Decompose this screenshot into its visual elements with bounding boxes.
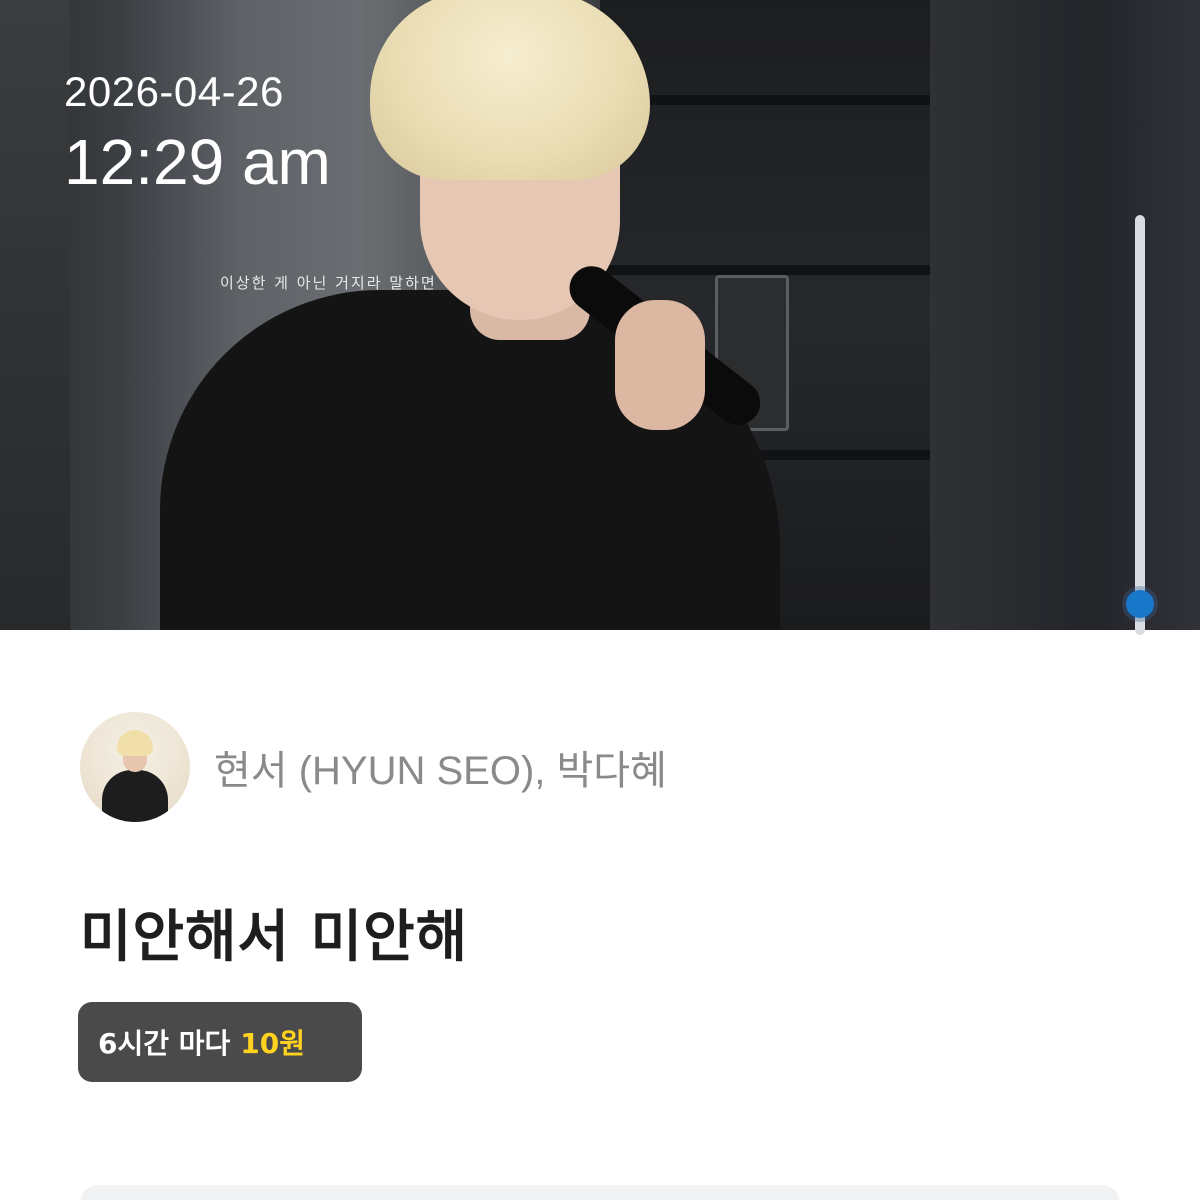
avatar-hair (117, 730, 153, 756)
app-screen: 이상한 게 아닌 거지라 말하면 2026-04-26 12:29 am 현서 … (0, 0, 1200, 1200)
price-badge: 6시간 마다 10원 (78, 1002, 362, 1082)
singer-hair (370, 0, 650, 180)
artist-name[interactable]: 현서 (HYUN SEO), 박다혜 (214, 738, 667, 796)
song-title: 미안해서 미안해 (80, 905, 469, 970)
bottom-card[interactable] (80, 1185, 1120, 1200)
avatar-body (102, 770, 168, 822)
price-period: 6시간 마다 (98, 1027, 231, 1060)
vertical-scrollbar[interactable] (1135, 215, 1145, 635)
price-amount: 10원 (240, 1027, 306, 1060)
lyric-caption: 이상한 게 아닌 거지라 말하면 (220, 274, 437, 292)
scroll-thumb[interactable] (1126, 590, 1154, 618)
time-overlay: 2026-04-26 12:29 am (64, 68, 331, 202)
clock-text: 12:29 am (64, 126, 331, 198)
background-wall (0, 0, 70, 630)
video-player[interactable]: 이상한 게 아닌 거지라 말하면 2026-04-26 12:29 am (0, 0, 1200, 630)
date-text: 2026-04-26 (64, 68, 284, 115)
singer-hand (615, 300, 705, 430)
background-right-wall (930, 0, 1200, 630)
artist-avatar[interactable] (80, 712, 190, 822)
artist-row[interactable]: 현서 (HYUN SEO), 박다혜 (80, 712, 667, 822)
shelf-board (600, 265, 930, 275)
